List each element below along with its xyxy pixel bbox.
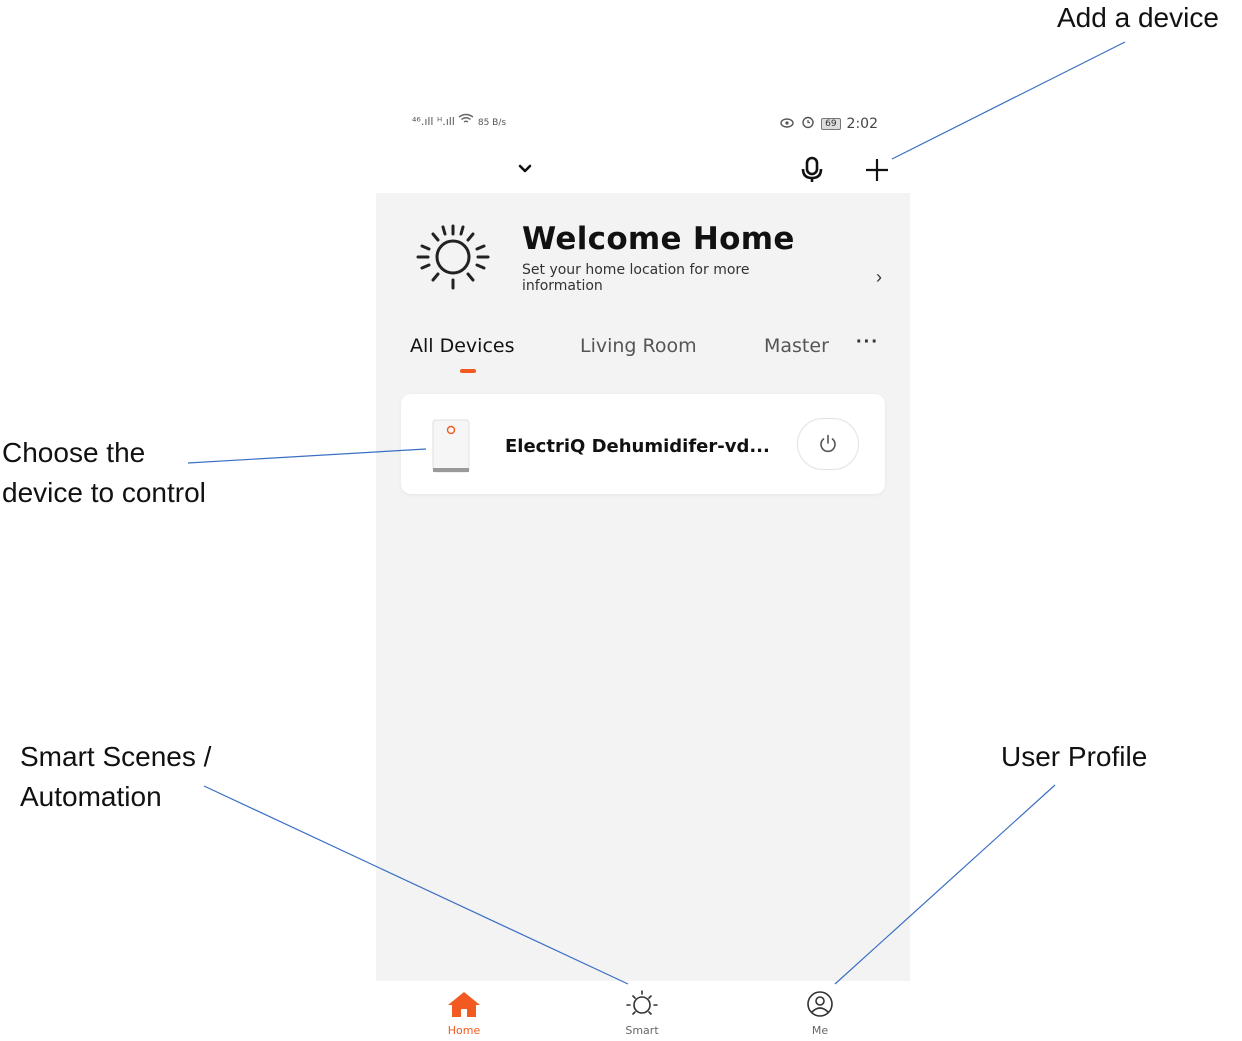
dehumidifier-device-image <box>429 418 473 474</box>
tab-master[interactable]: Master <box>764 335 829 357</box>
active-tab-indicator <box>460 369 476 373</box>
bottom-nav: Home Smart Me <box>376 981 910 1041</box>
nav-smart-label: Smart <box>625 1024 659 1037</box>
eye-comfort-icon <box>779 115 795 133</box>
chevron-right-icon[interactable]: › <box>876 267 882 288</box>
status-bar-right: 69 2:02 <box>779 115 878 133</box>
sun-weather-icon <box>414 222 492 292</box>
room-tabs: All Devices Living Room Master <box>376 335 910 375</box>
net-speed: 85 B/s <box>477 118 507 128</box>
device-name: ElectriQ Dehumidifer-vd... <box>505 436 770 457</box>
user-icon <box>807 991 833 1017</box>
status-bar: ⁴⁶.ıll ᴴ.ıll 85 B/s 69 2:02 <box>376 105 910 145</box>
device-card[interactable]: ElectriQ Dehumidifer-vd... <box>401 394 885 494</box>
nav-home[interactable]: Home <box>424 989 504 1037</box>
wifi-icon <box>458 113 478 128</box>
signal-icon: ⁴⁶.ıll ᴴ.ıll <box>412 115 455 128</box>
callout-user-profile: User Profile <box>1001 741 1148 772</box>
callout-choose-device: Choose the device to control <box>2 433 206 513</box>
welcome-title: Welcome Home <box>522 221 795 257</box>
callout-choose-device-line1: Choose the <box>2 437 146 468</box>
power-button[interactable] <box>797 418 859 470</box>
nav-smart[interactable]: Smart <box>602 989 682 1037</box>
callout-line-add-device <box>891 41 1126 160</box>
home-icon <box>448 992 480 1017</box>
battery-icon: 69 <box>821 118 841 130</box>
tab-living-room[interactable]: Living Room <box>580 335 697 357</box>
callout-smart-line1: Smart Scenes / <box>20 741 212 772</box>
status-time: 2:02 <box>846 116 878 132</box>
sun-icon <box>626 990 658 1015</box>
alarm-icon <box>801 115 815 133</box>
tab-all-devices[interactable]: All Devices <box>410 335 514 357</box>
top-bar <box>376 145 910 193</box>
phone-screen: ⁴⁶.ıll ᴴ.ıll 85 B/s 69 2:02 Welcome Home… <box>376 105 910 1041</box>
power-icon <box>820 434 836 453</box>
callout-add-device: Add a device <box>1057 2 1219 33</box>
callout-smart: Smart Scenes / Automation <box>20 737 211 817</box>
add-device-plus-icon[interactable] <box>862 155 892 185</box>
nav-home-label: Home <box>447 1024 481 1037</box>
welcome-subtitle[interactable]: Set your home location for more informat… <box>522 262 812 294</box>
callout-choose-device-line2: device to control <box>2 477 206 508</box>
status-bar-signal: ⁴⁶.ıll ᴴ.ıll 85 B/s <box>412 113 506 128</box>
nav-me-label: Me <box>811 1024 829 1037</box>
more-tabs-icon[interactable]: ··· <box>856 331 879 354</box>
nav-me[interactable]: Me <box>780 989 860 1037</box>
callout-smart-line2: Automation <box>20 781 162 812</box>
mic-icon[interactable] <box>798 155 826 185</box>
home-selector-chevron-down-icon[interactable] <box>510 155 540 183</box>
